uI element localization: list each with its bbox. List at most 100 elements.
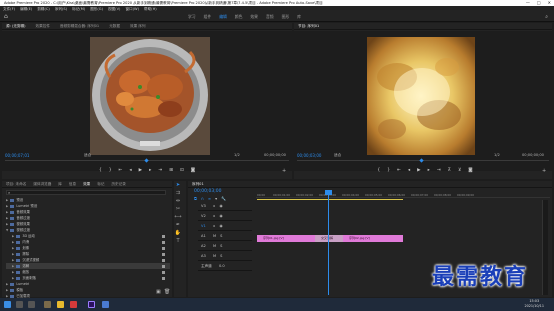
ripple-edit-tool-icon[interactable]: ⇹ [174, 197, 182, 205]
home-icon[interactable]: ⌂ [4, 14, 10, 20]
browser-icon[interactable] [70, 301, 77, 308]
tab-media-browser[interactable]: 媒体浏览器 [33, 181, 51, 187]
tab-effects-sequence[interactable]: 效果 序列 [130, 23, 146, 29]
extract-icon[interactable]: ⊻ [458, 168, 461, 173]
step-forward-icon[interactable]: ▸ [428, 168, 430, 173]
tab-sequence-01[interactable]: 序列01 [192, 181, 204, 187]
program-settings-icon[interactable]: + [542, 168, 546, 174]
playhead-handle[interactable] [325, 190, 332, 195]
lift-icon[interactable]: ⊼ [448, 168, 451, 173]
tab-markers[interactable]: 标记 [97, 181, 104, 187]
mute-icon[interactable]: M [213, 252, 216, 260]
type-tool-icon[interactable]: T [174, 237, 182, 245]
clip-sequence01[interactable]: 序列01.jpg [V] [257, 235, 315, 242]
track-header-master[interactable]: 主声道 0.0 [198, 262, 252, 271]
tab-info[interactable]: 信息 [69, 181, 76, 187]
track-select-tool-icon[interactable]: ⇉ [174, 189, 182, 197]
source-timecode[interactable]: 00;00;07;01 [5, 153, 29, 158]
track-header-v1[interactable]: V1 ▫ ◉ [198, 222, 252, 231]
track-header-v3[interactable]: V3 ▫ ◉ [198, 202, 252, 211]
tab-libraries[interactable]: 库 [58, 181, 62, 187]
tree-item-page-peel[interactable]: ▶ 页面剥落 [6, 275, 170, 281]
track-header-a1[interactable]: A1 M S [198, 232, 252, 241]
selection-tool-icon[interactable]: ➤ [174, 181, 182, 189]
lock-icon[interactable]: ▫ [213, 222, 215, 230]
slip-tool-icon[interactable]: ⟷ [174, 213, 182, 221]
lock-icon[interactable]: ▫ [213, 202, 215, 210]
clip-sequence02[interactable]: 序列02.jpg [V] [343, 235, 403, 242]
workspace-tab-assembly[interactable]: 组件 [204, 12, 212, 22]
go-to-in-icon[interactable]: ⇤ [397, 168, 401, 173]
program-fit-dropdown[interactable]: 适合 [334, 153, 341, 158]
source-fit-dropdown[interactable]: 适合 [84, 153, 91, 158]
workspace-tab-editing[interactable]: 编辑 [219, 12, 227, 22]
master-volume-value[interactable]: 0.0 [219, 262, 225, 270]
razor-tool-icon[interactable]: ✂ [174, 205, 182, 213]
tab-effect-controls[interactable]: 效果控件 [36, 23, 50, 29]
file-explorer-icon[interactable] [57, 301, 64, 308]
task-view-icon[interactable] [28, 301, 35, 308]
work-area-bar[interactable] [257, 199, 403, 200]
overwrite-icon[interactable]: ⊡ [180, 168, 184, 173]
program-timecode[interactable]: 00;00;03;00 [297, 153, 321, 158]
nest-icon[interactable]: ⧉ [194, 196, 197, 201]
mark-out-icon[interactable]: } [387, 168, 390, 173]
source-viewer[interactable] [2, 31, 292, 171]
step-back-icon[interactable]: ◂ [408, 168, 410, 173]
solo-icon[interactable]: S [220, 232, 222, 240]
premiere-pro-icon[interactable] [88, 301, 95, 308]
workspace-tab-libraries[interactable]: 库 [297, 12, 301, 22]
solo-icon[interactable]: S [220, 242, 222, 250]
start-icon[interactable] [4, 301, 11, 308]
program-scale-dropdown[interactable]: 1/2 [494, 153, 500, 157]
pen-tool-icon[interactable]: ✒ [174, 221, 182, 229]
tab-metadata[interactable]: 元数据 [109, 23, 120, 29]
search-icon[interactable] [16, 301, 23, 308]
solo-icon[interactable]: S [220, 252, 222, 260]
program-viewer[interactable] [294, 31, 552, 171]
expand-arrow-icon[interactable]: ▶ [12, 275, 14, 281]
play-icon[interactable]: ▶ [139, 168, 142, 173]
workspace-tab-effects[interactable]: 效果 [250, 12, 258, 22]
workspace-tab-color[interactable]: 颜色 [235, 12, 243, 22]
tab-source[interactable]: 源: (无剪辑) [6, 23, 26, 29]
workspace-tab-graphics[interactable]: 图形 [282, 12, 290, 22]
source-settings-icon[interactable]: + [282, 168, 286, 174]
export-frame-icon[interactable]: ◙ [468, 168, 472, 173]
go-to-in-icon[interactable]: ⇤ [119, 168, 123, 173]
track-header-v2[interactable]: V2 ▫ ◉ [198, 212, 252, 221]
track-header-a2[interactable]: A2 M S [198, 242, 252, 251]
tab-project[interactable]: 项目: 未命名 [6, 181, 26, 187]
wechat-icon[interactable] [44, 301, 51, 308]
hand-tool-icon[interactable]: ✋ [174, 229, 182, 237]
mute-icon[interactable]: M [213, 232, 216, 240]
eye-icon[interactable]: ◉ [219, 222, 222, 230]
timeline-playhead[interactable] [328, 191, 329, 295]
mark-in-icon[interactable]: { [99, 168, 102, 173]
tab-effects[interactable]: 效果 [83, 181, 90, 187]
workspace-tab-learn[interactable]: 学习 [188, 12, 196, 22]
source-scale-dropdown[interactable]: 1/2 [234, 153, 240, 157]
mark-out-icon[interactable]: } [109, 168, 112, 173]
eye-icon[interactable]: ◉ [219, 202, 222, 210]
step-forward-icon[interactable]: ▸ [149, 168, 151, 173]
timeline-timecode[interactable]: 00;00;03;00 [194, 189, 221, 194]
insert-icon[interactable]: ⊞ [169, 168, 173, 173]
word-icon[interactable] [102, 301, 109, 308]
step-back-icon[interactable]: ◂ [129, 168, 131, 173]
mark-in-icon[interactable]: { [377, 168, 380, 173]
export-frame-icon[interactable]: ◙ [191, 168, 195, 173]
workspace-tab-audio[interactable]: 音频 [266, 12, 274, 22]
tab-audio-clip-mixer[interactable]: 音频剪辑混合器: 序列01 [60, 23, 99, 29]
effects-search-input[interactable]: ⌕ [6, 190, 166, 195]
delete-icon[interactable]: 🗑 [164, 289, 170, 295]
add-marker-icon[interactable]: ▾ [215, 196, 217, 201]
lock-icon[interactable]: ▫ [213, 212, 215, 220]
go-to-out-icon[interactable]: ⇥ [158, 168, 162, 173]
linked-selection-icon[interactable]: ∞ [208, 196, 211, 201]
mute-icon[interactable]: M [213, 242, 216, 250]
go-to-out-icon[interactable]: ⇥ [437, 168, 441, 173]
track-header-a3[interactable]: A3 M S [198, 252, 252, 261]
tab-history[interactable]: 历史记录 [111, 181, 125, 187]
eye-icon[interactable]: ◉ [219, 212, 222, 220]
